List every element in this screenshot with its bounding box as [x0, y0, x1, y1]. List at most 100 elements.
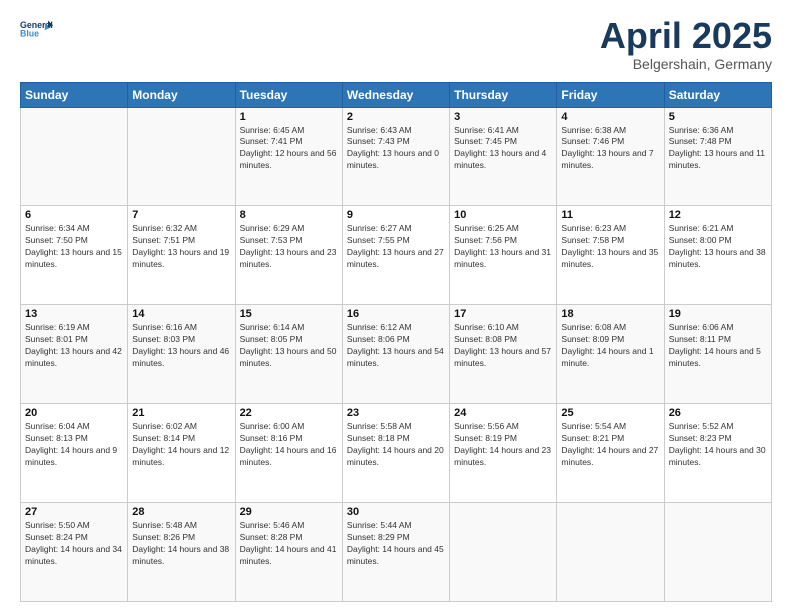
day-number: 21	[132, 407, 230, 419]
day-info: Sunrise: 6:27 AM Sunset: 7:55 PM Dayligh…	[347, 223, 445, 271]
calendar-cell: 14 Sunrise: 6:16 AM Sunset: 8:03 PM Dayli…	[128, 305, 235, 404]
week-row-2: 6 Sunrise: 6:34 AM Sunset: 7:50 PM Daylig…	[21, 206, 772, 305]
day-info: Sunrise: 5:46 AM Sunset: 8:28 PM Dayligh…	[240, 520, 338, 568]
day-number: 9	[347, 209, 445, 221]
day-info: Sunrise: 6:10 AM Sunset: 8:08 PM Dayligh…	[454, 322, 552, 370]
calendar-cell: 15 Sunrise: 6:14 AM Sunset: 8:05 PM Dayli…	[235, 305, 342, 404]
day-info: Sunrise: 5:48 AM Sunset: 8:26 PM Dayligh…	[132, 520, 230, 568]
col-sunday: Sunday	[21, 82, 128, 107]
day-number: 27	[25, 506, 123, 518]
day-number: 6	[25, 209, 123, 221]
calendar-cell: 9 Sunrise: 6:27 AM Sunset: 7:55 PM Daylig…	[342, 206, 449, 305]
calendar-cell: 27 Sunrise: 5:50 AM Sunset: 8:24 PM Dayli…	[21, 503, 128, 602]
day-number: 13	[25, 308, 123, 320]
day-number: 16	[347, 308, 445, 320]
week-row-4: 20 Sunrise: 6:04 AM Sunset: 8:13 PM Dayli…	[21, 404, 772, 503]
calendar-cell: 12 Sunrise: 6:21 AM Sunset: 8:00 PM Dayli…	[664, 206, 771, 305]
day-info: Sunrise: 6:41 AM Sunset: 7:45 PM Dayligh…	[454, 125, 552, 173]
day-number: 19	[669, 308, 767, 320]
calendar-cell: 1 Sunrise: 6:45 AM Sunset: 7:41 PM Daylig…	[235, 107, 342, 206]
day-info: Sunrise: 6:38 AM Sunset: 7:46 PM Dayligh…	[561, 125, 659, 173]
calendar-cell: 24 Sunrise: 5:56 AM Sunset: 8:19 PM Dayli…	[450, 404, 557, 503]
day-number: 8	[240, 209, 338, 221]
day-info: Sunrise: 6:29 AM Sunset: 7:53 PM Dayligh…	[240, 223, 338, 271]
day-info: Sunrise: 6:45 AM Sunset: 7:41 PM Dayligh…	[240, 125, 338, 173]
day-info: Sunrise: 6:19 AM Sunset: 8:01 PM Dayligh…	[25, 322, 123, 370]
day-number: 17	[454, 308, 552, 320]
day-info: Sunrise: 5:52 AM Sunset: 8:23 PM Dayligh…	[669, 421, 767, 469]
calendar-cell: 20 Sunrise: 6:04 AM Sunset: 8:13 PM Dayli…	[21, 404, 128, 503]
day-info: Sunrise: 5:58 AM Sunset: 8:18 PM Dayligh…	[347, 421, 445, 469]
day-info: Sunrise: 6:23 AM Sunset: 7:58 PM Dayligh…	[561, 223, 659, 271]
day-info: Sunrise: 6:21 AM Sunset: 8:00 PM Dayligh…	[669, 223, 767, 271]
logo: GeneralBlue	[20, 16, 56, 44]
calendar-cell: 6 Sunrise: 6:34 AM Sunset: 7:50 PM Daylig…	[21, 206, 128, 305]
calendar-table: Sunday Monday Tuesday Wednesday Thursday…	[20, 82, 772, 602]
day-number: 15	[240, 308, 338, 320]
day-number: 25	[561, 407, 659, 419]
day-number: 12	[669, 209, 767, 221]
day-number: 28	[132, 506, 230, 518]
calendar-cell	[128, 107, 235, 206]
day-number: 24	[454, 407, 552, 419]
calendar-cell: 3Sunrise: 6:41 AM Sunset: 7:45 PM Daylig…	[450, 107, 557, 206]
calendar-cell	[664, 503, 771, 602]
day-number: 10	[454, 209, 552, 221]
day-info: Sunrise: 6:32 AM Sunset: 7:51 PM Dayligh…	[132, 223, 230, 271]
day-number: 22	[240, 407, 338, 419]
day-info: Sunrise: 6:16 AM Sunset: 8:03 PM Dayligh…	[132, 322, 230, 370]
calendar-cell: 4Sunrise: 6:38 AM Sunset: 7:46 PM Daylig…	[557, 107, 664, 206]
day-info: Sunrise: 6:14 AM Sunset: 8:05 PM Dayligh…	[240, 322, 338, 370]
calendar-cell	[557, 503, 664, 602]
day-number: 14	[132, 308, 230, 320]
col-tuesday: Tuesday	[235, 82, 342, 107]
calendar-cell: 28 Sunrise: 5:48 AM Sunset: 8:26 PM Dayli…	[128, 503, 235, 602]
week-row-1: 1 Sunrise: 6:45 AM Sunset: 7:41 PM Daylig…	[21, 107, 772, 206]
day-number: 30	[347, 506, 445, 518]
calendar-cell: 8 Sunrise: 6:29 AM Sunset: 7:53 PM Daylig…	[235, 206, 342, 305]
day-info: Sunrise: 6:36 AM Sunset: 7:48 PM Dayligh…	[669, 125, 767, 173]
calendar-cell	[450, 503, 557, 602]
day-number: 1	[240, 111, 338, 123]
day-info: Sunrise: 6:12 AM Sunset: 8:06 PM Dayligh…	[347, 322, 445, 370]
calendar-cell: 5 Sunrise: 6:36 AM Sunset: 7:48 PM Daylig…	[664, 107, 771, 206]
day-number: 7	[132, 209, 230, 221]
day-info: Sunrise: 6:00 AM Sunset: 8:16 PM Dayligh…	[240, 421, 338, 469]
calendar-cell: 2 Sunrise: 6:43 AM Sunset: 7:43 PM Daylig…	[342, 107, 449, 206]
day-number: 26	[669, 407, 767, 419]
calendar-cell: 22 Sunrise: 6:00 AM Sunset: 8:16 PM Dayli…	[235, 404, 342, 503]
day-info: Sunrise: 6:04 AM Sunset: 8:13 PM Dayligh…	[25, 421, 123, 469]
calendar-cell: 7 Sunrise: 6:32 AM Sunset: 7:51 PM Daylig…	[128, 206, 235, 305]
calendar-cell: 30 Sunrise: 5:44 AM Sunset: 8:29 PM Dayli…	[342, 503, 449, 602]
day-info: Sunrise: 5:44 AM Sunset: 8:29 PM Dayligh…	[347, 520, 445, 568]
calendar-cell: 10 Sunrise: 6:25 AM Sunset: 7:56 PM Dayli…	[450, 206, 557, 305]
calendar-cell: 17 Sunrise: 6:10 AM Sunset: 8:08 PM Dayli…	[450, 305, 557, 404]
calendar-cell: 23 Sunrise: 5:58 AM Sunset: 8:18 PM Dayli…	[342, 404, 449, 503]
col-friday: Friday	[557, 82, 664, 107]
calendar-cell: 26 Sunrise: 5:52 AM Sunset: 8:23 PM Dayli…	[664, 404, 771, 503]
day-info: Sunrise: 6:25 AM Sunset: 7:56 PM Dayligh…	[454, 223, 552, 271]
day-number: 2	[347, 111, 445, 123]
calendar-cell: 29Sunrise: 5:46 AM Sunset: 8:28 PM Dayli…	[235, 503, 342, 602]
day-info: Sunrise: 6:06 AM Sunset: 8:11 PM Dayligh…	[669, 322, 767, 370]
calendar-cell: 19 Sunrise: 6:06 AM Sunset: 8:11 PM Dayli…	[664, 305, 771, 404]
day-info: Sunrise: 5:50 AM Sunset: 8:24 PM Dayligh…	[25, 520, 123, 568]
week-row-5: 27 Sunrise: 5:50 AM Sunset: 8:24 PM Dayli…	[21, 503, 772, 602]
calendar-cell: 13 Sunrise: 6:19 AM Sunset: 8:01 PM Dayli…	[21, 305, 128, 404]
calendar-cell: 16 Sunrise: 6:12 AM Sunset: 8:06 PM Dayli…	[342, 305, 449, 404]
day-info: Sunrise: 6:43 AM Sunset: 7:43 PM Dayligh…	[347, 125, 445, 173]
day-number: 23	[347, 407, 445, 419]
calendar-cell: 21 Sunrise: 6:02 AM Sunset: 8:14 PM Dayli…	[128, 404, 235, 503]
header-row: Sunday Monday Tuesday Wednesday Thursday…	[21, 82, 772, 107]
svg-text:Blue: Blue	[20, 29, 39, 39]
day-number: 5	[669, 111, 767, 123]
day-info: Sunrise: 6:34 AM Sunset: 7:50 PM Dayligh…	[25, 223, 123, 271]
day-info: Sunrise: 5:56 AM Sunset: 8:19 PM Dayligh…	[454, 421, 552, 469]
calendar-title: April 2025	[600, 16, 772, 56]
calendar-cell: 25Sunrise: 5:54 AM Sunset: 8:21 PM Dayli…	[557, 404, 664, 503]
col-saturday: Saturday	[664, 82, 771, 107]
day-number: 20	[25, 407, 123, 419]
day-info: Sunrise: 6:02 AM Sunset: 8:14 PM Dayligh…	[132, 421, 230, 469]
day-info: Sunrise: 6:08 AM Sunset: 8:09 PM Dayligh…	[561, 322, 659, 370]
calendar-cell: 18Sunrise: 6:08 AM Sunset: 8:09 PM Dayli…	[557, 305, 664, 404]
